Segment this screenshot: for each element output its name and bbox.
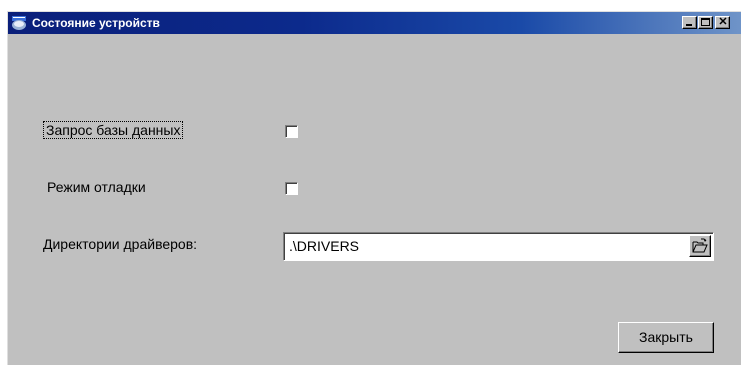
close-icon: ✕: [718, 16, 728, 28]
minimize-icon: [686, 24, 692, 26]
browse-folder-button[interactable]: [689, 235, 711, 257]
db-query-label: Запрос базы данных: [42, 121, 184, 139]
folder-open-icon: [692, 238, 708, 253]
debug-mode-checkbox[interactable]: [285, 182, 298, 195]
app-logo-icon: [11, 15, 27, 31]
minimize-button[interactable]: [682, 16, 697, 29]
drivers-dir-value[interactable]: .\DRIVERS: [289, 238, 359, 254]
close-button[interactable]: Закрыть: [618, 322, 714, 353]
title-bar[interactable]: Состояние устройств ✕: [8, 12, 741, 34]
close-window-button[interactable]: ✕: [715, 16, 730, 29]
maximize-icon: [701, 18, 710, 26]
window-title: Состояние устройств: [32, 16, 160, 30]
drivers-dir-label: Директории драйверов:: [43, 236, 198, 252]
drivers-dir-field[interactable]: .\DRIVERS: [283, 232, 714, 261]
device-status-window: Состояние устройств ✕ Запрос базы данных…: [7, 11, 741, 365]
debug-mode-label: Режим отладки: [47, 179, 146, 195]
maximize-button[interactable]: [698, 16, 713, 29]
db-query-checkbox[interactable]: [285, 125, 298, 138]
